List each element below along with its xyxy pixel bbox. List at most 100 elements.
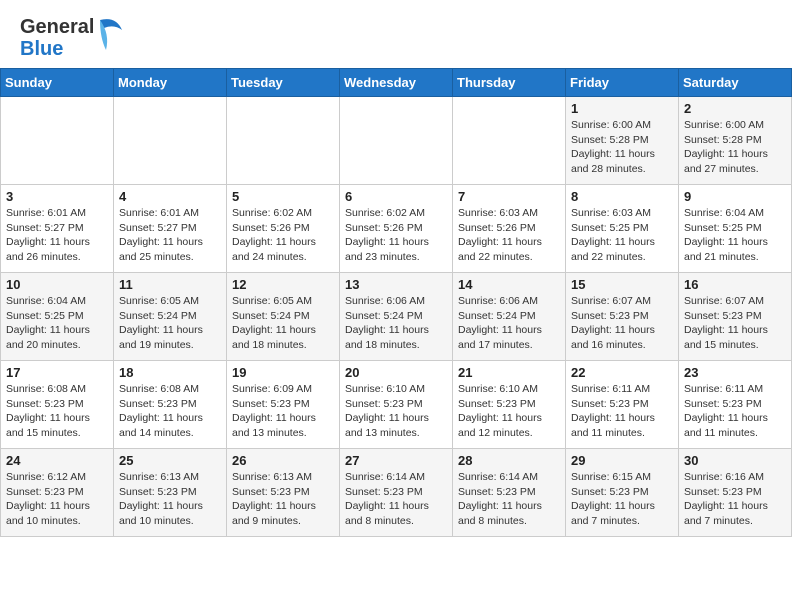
day-info: Sunrise: 6:09 AM Sunset: 5:23 PM Dayligh… <box>232 382 334 441</box>
weekday-header-monday: Monday <box>114 69 227 97</box>
calendar-cell: 2Sunrise: 6:00 AM Sunset: 5:28 PM Daylig… <box>679 97 792 185</box>
day-number: 24 <box>6 453 108 468</box>
calendar-cell: 27 Sunrise: 6:14 AM Sunset: 5:23 PM Dayli… <box>340 449 453 537</box>
day-number: 14 <box>458 277 560 292</box>
calendar-cell: 10 Sunrise: 6:04 AM Sunset: 5:25 PM Dayli… <box>1 273 114 361</box>
day-info: Sunrise: 6:15 AM Sunset: 5:23 PM Dayligh… <box>571 470 673 529</box>
day-info: Sunrise: 6:05 AM Sunset: 5:24 PM Dayligh… <box>119 294 221 353</box>
day-number: 17 <box>6 365 108 380</box>
day-number: 10 <box>6 277 108 292</box>
day-info: Sunrise: 6:12 AM Sunset: 5:23 PM Dayligh… <box>6 470 108 529</box>
calendar-cell: 18 Sunrise: 6:08 AM Sunset: 5:23 PM Dayli… <box>114 361 227 449</box>
calendar-cell: 7Sunrise: 6:03 AM Sunset: 5:26 PM Daylig… <box>453 185 566 273</box>
day-number: 20 <box>345 365 447 380</box>
day-number: 8 <box>571 189 673 204</box>
day-info: Sunrise: 6:08 AM Sunset: 5:23 PM Dayligh… <box>6 382 108 441</box>
calendar-cell: 24 Sunrise: 6:12 AM Sunset: 5:23 PM Dayli… <box>1 449 114 537</box>
day-number: 7 <box>458 189 560 204</box>
calendar-cell: 12 Sunrise: 6:05 AM Sunset: 5:24 PM Dayli… <box>227 273 340 361</box>
day-number: 2 <box>684 101 786 116</box>
calendar-cell: 26 Sunrise: 6:13 AM Sunset: 5:23 PM Dayli… <box>227 449 340 537</box>
day-info: Sunrise: 6:01 AM Sunset: 5:27 PM Dayligh… <box>6 206 108 265</box>
day-number: 12 <box>232 277 334 292</box>
logo-swoosh-icon <box>96 16 124 56</box>
calendar-cell: 1 Sunrise: 6:00 AM Sunset: 5:28 PM Daylig… <box>566 97 679 185</box>
calendar-cell: 21 Sunrise: 6:10 AM Sunset: 5:23 PM Dayli… <box>453 361 566 449</box>
day-number: 9 <box>684 189 786 204</box>
day-info: Sunrise: 6:14 AM Sunset: 5:23 PM Dayligh… <box>345 470 447 529</box>
day-info: Sunrise: 6:11 AM Sunset: 5:23 PM Dayligh… <box>684 382 786 441</box>
weekday-header-friday: Friday <box>566 69 679 97</box>
week-row-5: 24 Sunrise: 6:12 AM Sunset: 5:23 PM Dayli… <box>1 449 792 537</box>
weekday-header-sunday: Sunday <box>1 69 114 97</box>
day-number: 25 <box>119 453 221 468</box>
day-info: Sunrise: 6:04 AM Sunset: 5:25 PM Dayligh… <box>6 294 108 353</box>
calendar-cell <box>227 97 340 185</box>
calendar-cell: 16Sunrise: 6:07 AM Sunset: 5:23 PM Dayli… <box>679 273 792 361</box>
day-number: 27 <box>345 453 447 468</box>
calendar-cell: 6 Sunrise: 6:02 AM Sunset: 5:26 PM Daylig… <box>340 185 453 273</box>
day-info: Sunrise: 6:14 AM Sunset: 5:23 PM Dayligh… <box>458 470 560 529</box>
day-number: 30 <box>684 453 786 468</box>
week-row-4: 17 Sunrise: 6:08 AM Sunset: 5:23 PM Dayli… <box>1 361 792 449</box>
calendar-cell: 3 Sunrise: 6:01 AM Sunset: 5:27 PM Daylig… <box>1 185 114 273</box>
day-number: 28 <box>458 453 560 468</box>
calendar-table: SundayMondayTuesdayWednesdayThursdayFrid… <box>0 68 792 537</box>
week-row-2: 3 Sunrise: 6:01 AM Sunset: 5:27 PM Daylig… <box>1 185 792 273</box>
day-info: Sunrise: 6:02 AM Sunset: 5:26 PM Dayligh… <box>232 206 334 265</box>
day-info: Sunrise: 6:08 AM Sunset: 5:23 PM Dayligh… <box>119 382 221 441</box>
day-info: Sunrise: 6:10 AM Sunset: 5:23 PM Dayligh… <box>458 382 560 441</box>
day-info: Sunrise: 6:03 AM Sunset: 5:25 PM Dayligh… <box>571 206 673 265</box>
day-number: 11 <box>119 277 221 292</box>
calendar-cell: 23 Sunrise: 6:11 AM Sunset: 5:23 PM Dayli… <box>679 361 792 449</box>
weekday-header-saturday: Saturday <box>679 69 792 97</box>
page-header: General Blue <box>0 0 792 68</box>
day-number: 1 <box>571 101 673 116</box>
day-info: Sunrise: 6:07 AM Sunset: 5:23 PM Dayligh… <box>571 294 673 353</box>
calendar-cell <box>453 97 566 185</box>
day-info: Sunrise: 6:13 AM Sunset: 5:23 PM Dayligh… <box>232 470 334 529</box>
calendar-cell: 4Sunrise: 6:01 AM Sunset: 5:27 PM Daylig… <box>114 185 227 273</box>
day-info: Sunrise: 6:02 AM Sunset: 5:26 PM Dayligh… <box>345 206 447 265</box>
logo-blue-text: Blue <box>20 38 94 60</box>
day-number: 5 <box>232 189 334 204</box>
day-number: 26 <box>232 453 334 468</box>
calendar-cell: 11 Sunrise: 6:05 AM Sunset: 5:24 PM Dayli… <box>114 273 227 361</box>
day-number: 3 <box>6 189 108 204</box>
day-number: 19 <box>232 365 334 380</box>
calendar-cell <box>114 97 227 185</box>
calendar-cell: 20 Sunrise: 6:10 AM Sunset: 5:23 PM Dayli… <box>340 361 453 449</box>
calendar-cell: 13 Sunrise: 6:06 AM Sunset: 5:24 PM Dayli… <box>340 273 453 361</box>
week-row-3: 10 Sunrise: 6:04 AM Sunset: 5:25 PM Dayli… <box>1 273 792 361</box>
calendar-cell: 28 Sunrise: 6:14 AM Sunset: 5:23 PM Dayli… <box>453 449 566 537</box>
week-row-1: 1 Sunrise: 6:00 AM Sunset: 5:28 PM Daylig… <box>1 97 792 185</box>
weekday-header-row: SundayMondayTuesdayWednesdayThursdayFrid… <box>1 69 792 97</box>
day-number: 21 <box>458 365 560 380</box>
logo-general-text: General <box>20 16 94 38</box>
calendar-cell: 30 Sunrise: 6:16 AM Sunset: 5:23 PM Dayli… <box>679 449 792 537</box>
calendar-cell: 19 Sunrise: 6:09 AM Sunset: 5:23 PM Dayli… <box>227 361 340 449</box>
calendar-cell: 5 Sunrise: 6:02 AM Sunset: 5:26 PM Daylig… <box>227 185 340 273</box>
day-number: 15 <box>571 277 673 292</box>
day-info: Sunrise: 6:16 AM Sunset: 5:23 PM Dayligh… <box>684 470 786 529</box>
day-info: Sunrise: 6:00 AM Sunset: 5:28 PM Dayligh… <box>571 118 673 177</box>
day-info: Sunrise: 6:05 AM Sunset: 5:24 PM Dayligh… <box>232 294 334 353</box>
calendar-cell <box>340 97 453 185</box>
calendar-cell: 9Sunrise: 6:04 AM Sunset: 5:25 PM Daylig… <box>679 185 792 273</box>
day-number: 18 <box>119 365 221 380</box>
day-info: Sunrise: 6:07 AM Sunset: 5:23 PM Dayligh… <box>684 294 786 353</box>
day-info: Sunrise: 6:01 AM Sunset: 5:27 PM Dayligh… <box>119 206 221 265</box>
calendar-cell: 15 Sunrise: 6:07 AM Sunset: 5:23 PM Dayli… <box>566 273 679 361</box>
day-info: Sunrise: 6:06 AM Sunset: 5:24 PM Dayligh… <box>458 294 560 353</box>
logo: General Blue <box>20 16 124 60</box>
day-info: Sunrise: 6:13 AM Sunset: 5:23 PM Dayligh… <box>119 470 221 529</box>
day-info: Sunrise: 6:06 AM Sunset: 5:24 PM Dayligh… <box>345 294 447 353</box>
day-number: 6 <box>345 189 447 204</box>
day-info: Sunrise: 6:10 AM Sunset: 5:23 PM Dayligh… <box>345 382 447 441</box>
weekday-header-thursday: Thursday <box>453 69 566 97</box>
day-number: 13 <box>345 277 447 292</box>
day-number: 29 <box>571 453 673 468</box>
calendar-cell <box>1 97 114 185</box>
day-number: 23 <box>684 365 786 380</box>
day-number: 22 <box>571 365 673 380</box>
